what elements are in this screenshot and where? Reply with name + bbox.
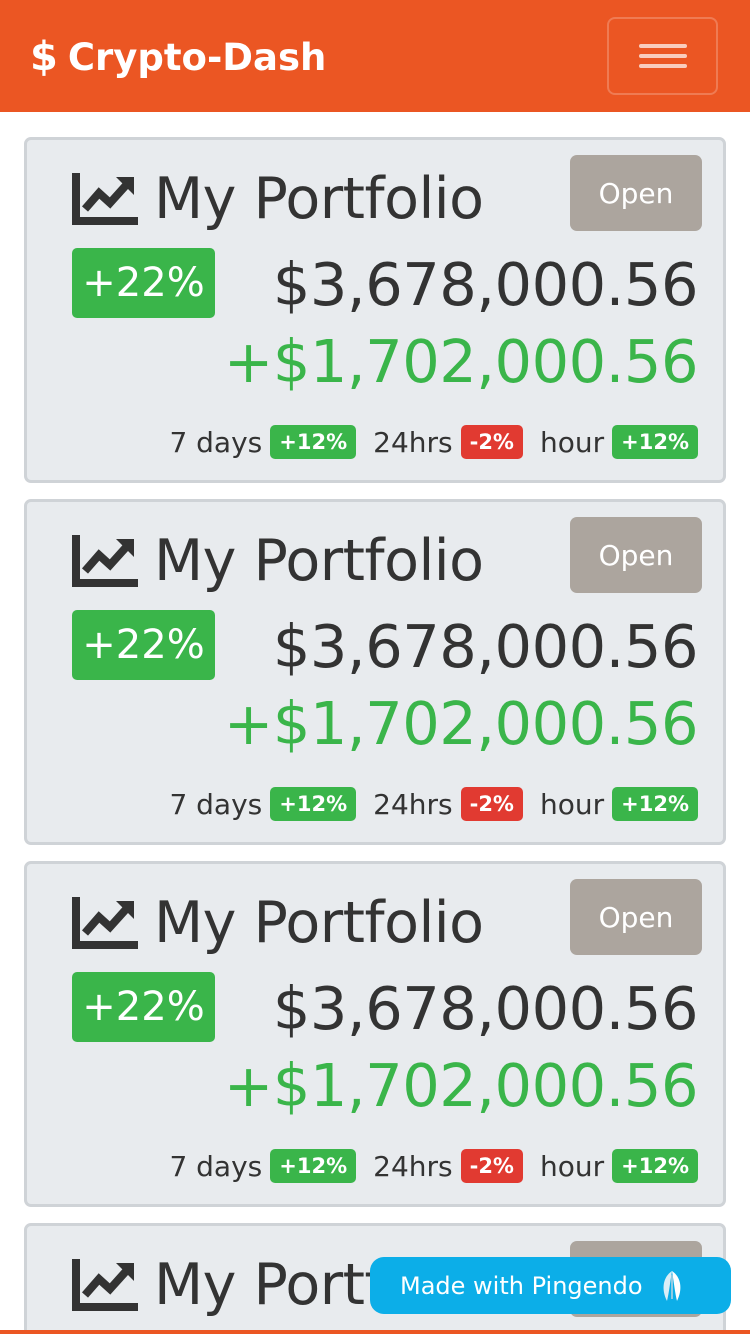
hamburger-menu-icon bbox=[638, 38, 687, 74]
card-title: My Portfolio bbox=[154, 166, 484, 232]
stat-label-hour: hour bbox=[539, 425, 605, 459]
portfolio-gain: +$1,702,000.56 bbox=[223, 1051, 699, 1120]
card-title: My Portfolio bbox=[154, 890, 484, 956]
portfolio-card: My Portfolio Open +22% $3,678,000.56 +$1… bbox=[24, 137, 726, 483]
period-stats: 7 days +12% 24hrs -2% hour +12% bbox=[169, 1146, 698, 1186]
portfolio-card: My Portfolio Open +22% $3,678,000.56 +$1… bbox=[24, 861, 726, 1207]
brand-link[interactable]: $ Crypto-Dash bbox=[30, 30, 326, 84]
stat-badge-hour: +12% bbox=[612, 1149, 698, 1183]
pingendo-logo-icon bbox=[663, 1270, 680, 1301]
line-chart-icon bbox=[72, 1259, 138, 1311]
portfolio-value: $3,678,000.56 bbox=[272, 974, 699, 1043]
portfolio-gain: +$1,702,000.56 bbox=[223, 689, 699, 758]
portfolio-value: $3,678,000.56 bbox=[272, 250, 699, 319]
portfolio-gain: +$1,702,000.56 bbox=[223, 327, 699, 396]
open-button[interactable]: Open bbox=[570, 517, 702, 593]
bottom-accent-line bbox=[0, 1330, 750, 1334]
change-percent-badge: +22% bbox=[72, 972, 215, 1042]
stat-badge-7-days: +12% bbox=[270, 787, 357, 821]
stat-badge-7-days: +12% bbox=[270, 425, 357, 459]
card-header: My Portfolio bbox=[72, 888, 484, 958]
change-percent-badge: +22% bbox=[72, 610, 215, 680]
brand-text: Crypto-Dash bbox=[67, 35, 327, 79]
period-stats: 7 days +12% 24hrs -2% hour +12% bbox=[169, 422, 698, 462]
made-with-pingendo-button[interactable]: Made with Pingendo bbox=[370, 1257, 731, 1314]
change-percent-badge: +22% bbox=[72, 248, 215, 318]
stat-label-7-days: 7 days bbox=[169, 1149, 263, 1183]
navbar: $ Crypto-Dash bbox=[0, 0, 750, 112]
stat-label-24hrs: 24hrs bbox=[373, 1149, 453, 1183]
open-button[interactable]: Open bbox=[570, 879, 702, 955]
stat-label-hour: hour bbox=[539, 787, 605, 821]
stat-label-24hrs: 24hrs bbox=[373, 787, 453, 821]
card-header: My Portfolio bbox=[72, 164, 484, 234]
stat-label-7-days: 7 days bbox=[169, 787, 263, 821]
stat-label-hour: hour bbox=[539, 1149, 605, 1183]
portfolio-value: $3,678,000.56 bbox=[272, 612, 699, 681]
card-title: My Portfolio bbox=[154, 528, 484, 594]
period-stats: 7 days +12% 24hrs -2% hour +12% bbox=[169, 784, 698, 824]
stat-badge-hour: +12% bbox=[612, 787, 698, 821]
stat-badge-24hrs: -2% bbox=[460, 1149, 523, 1183]
stat-badge-24hrs: -2% bbox=[460, 787, 523, 821]
stat-badge-7-days: +12% bbox=[270, 1149, 357, 1183]
stat-badge-hour: +12% bbox=[612, 425, 698, 459]
navbar-toggler-button[interactable] bbox=[607, 17, 718, 95]
line-chart-icon bbox=[72, 897, 138, 949]
dollar-icon: $ bbox=[30, 34, 58, 80]
stat-label-7-days: 7 days bbox=[169, 425, 263, 459]
line-chart-icon bbox=[72, 535, 138, 587]
card-header: My Portfolio bbox=[72, 526, 484, 596]
stat-badge-24hrs: -2% bbox=[460, 425, 523, 459]
stat-label-24hrs: 24hrs bbox=[373, 425, 453, 459]
open-button[interactable]: Open bbox=[570, 155, 702, 231]
portfolio-card: My Portfolio Open +22% $3,678,000.56 +$1… bbox=[24, 499, 726, 845]
pingendo-label: Made with Pingendo bbox=[400, 1271, 643, 1300]
line-chart-icon bbox=[72, 173, 138, 225]
